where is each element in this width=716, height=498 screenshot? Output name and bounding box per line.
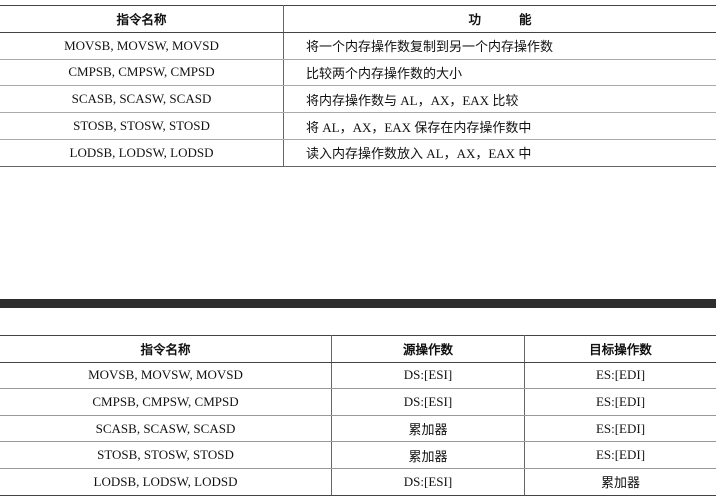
function-cell: 读入内存操作数放入 AL，AX，EAX 中: [283, 139, 716, 167]
function-cell: 将 AL，AX，EAX 保存在内存操作数中: [283, 112, 716, 140]
table-row: MOVSB, MOVSW, MOVSD DS:[ESI] ES:[EDI]: [0, 362, 716, 390]
section-divider: [0, 299, 716, 308]
instruction-cell: LODSB, LODSW, LODSD: [0, 139, 284, 167]
source-operand-cell: DS:[ESI]: [331, 468, 525, 496]
destination-operand-cell: 累加器: [524, 468, 716, 496]
header-instruction-name: 指令名称: [0, 5, 284, 33]
table-header-row: 指令名称 功能: [0, 5, 716, 33]
string-instruction-function-table: 指令名称 功能 MOVSB, MOVSW, MOVSD 将一个内存操作数复制到另…: [0, 5, 716, 167]
destination-operand-cell: ES:[EDI]: [524, 388, 716, 416]
table-row: STOSB, STOSW, STOSD 累加器 ES:[EDI]: [0, 441, 716, 469]
table-row: LODSB, LODSW, LODSD DS:[ESI] 累加器: [0, 468, 716, 496]
instruction-cell: MOVSB, MOVSW, MOVSD: [0, 362, 332, 390]
destination-operand-cell: ES:[EDI]: [524, 415, 716, 443]
instruction-cell: LODSB, LODSW, LODSD: [0, 468, 332, 496]
table-row: SCASB, SCASW, SCASD 将内存操作数与 AL，AX，EAX 比较: [0, 85, 716, 114]
header-instruction-name: 指令名称: [0, 335, 332, 363]
table-header-row: 指令名称 源操作数 目标操作数: [0, 335, 716, 363]
instruction-cell: CMPSB, CMPSW, CMPSD: [0, 59, 284, 87]
function-cell: 将内存操作数与 AL，AX，EAX 比较: [283, 85, 716, 114]
instruction-cell: SCASB, SCASW, SCASD: [0, 85, 284, 114]
table-row: STOSB, STOSW, STOSD 将 AL，AX，EAX 保存在内存操作数…: [0, 112, 716, 140]
header-destination-operand: 目标操作数: [524, 335, 716, 363]
instruction-cell: STOSB, STOSW, STOSD: [0, 441, 332, 469]
instruction-cell: SCASB, SCASW, SCASD: [0, 415, 332, 443]
function-cell: 比较两个内存操作数的大小: [283, 59, 716, 87]
source-operand-cell: DS:[ESI]: [331, 362, 525, 390]
string-instruction-operand-table: 指令名称 源操作数 目标操作数 MOVSB, MOVSW, MOVSD DS:[…: [0, 335, 716, 496]
source-operand-cell: 累加器: [331, 415, 525, 443]
table-row: LODSB, LODSW, LODSD 读入内存操作数放入 AL，AX，EAX …: [0, 139, 716, 167]
table-row: CMPSB, CMPSW, CMPSD DS:[ESI] ES:[EDI]: [0, 388, 716, 416]
header-source-operand: 源操作数: [331, 335, 525, 363]
header-function: 功能: [283, 5, 716, 33]
instruction-cell: MOVSB, MOVSW, MOVSD: [0, 32, 284, 60]
destination-operand-cell: ES:[EDI]: [524, 362, 716, 390]
function-cell: 将一个内存操作数复制到另一个内存操作数: [283, 32, 716, 60]
destination-operand-cell: ES:[EDI]: [524, 441, 716, 469]
source-operand-cell: DS:[ESI]: [331, 388, 525, 416]
instruction-cell: CMPSB, CMPSW, CMPSD: [0, 388, 332, 416]
table-row: SCASB, SCASW, SCASD 累加器 ES:[EDI]: [0, 415, 716, 443]
table-row: MOVSB, MOVSW, MOVSD 将一个内存操作数复制到另一个内存操作数: [0, 32, 716, 60]
source-operand-cell: 累加器: [331, 441, 525, 469]
table-row: CMPSB, CMPSW, CMPSD 比较两个内存操作数的大小: [0, 59, 716, 87]
instruction-cell: STOSB, STOSW, STOSD: [0, 112, 284, 140]
